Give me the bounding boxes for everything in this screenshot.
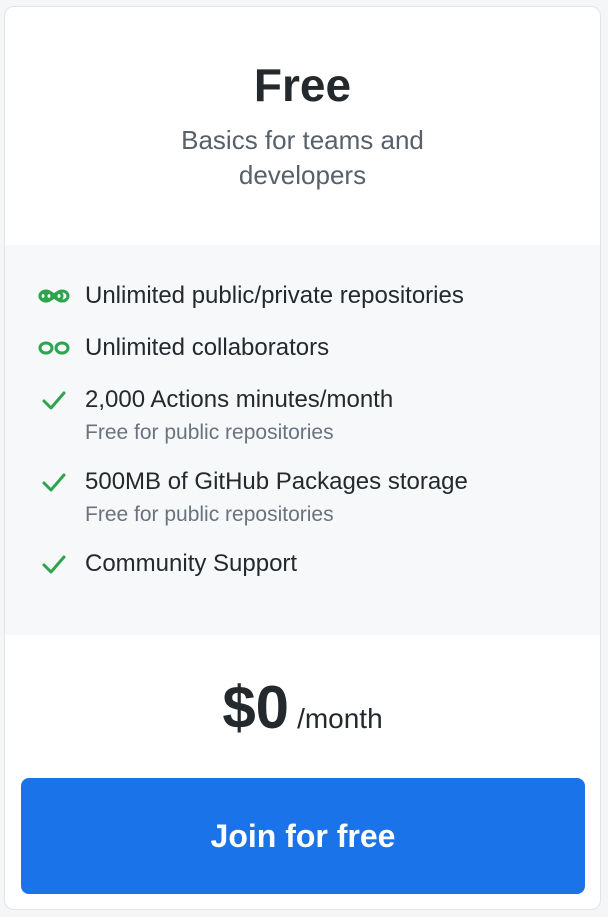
plan-title: Free [253,59,352,111]
check-icon [37,465,71,499]
feature-note: Free for public repositories [85,421,334,444]
check-icon [37,383,71,417]
feature-label: Unlimited public/private repositories [85,282,464,309]
page-background: Free Basics for teams and developers Unl… [0,0,608,917]
feature-label: 500MB of GitHub Packages storage [85,468,468,495]
infinity-icon [37,331,71,365]
card-header: Free Basics for teams and developers [5,7,600,245]
infinity-icon [37,279,71,313]
price-period: /month [297,703,383,734]
feature-item: 2,000 Actions minutes/month Free for pub… [37,383,580,447]
feature-label: Community Support [85,550,298,577]
feature-note: Free for public repositories [85,503,334,526]
feature-list: Unlimited public/private repositories Un… [5,245,600,635]
feature-label: 2,000 Actions minutes/month [85,386,394,413]
feature-item: Unlimited collaborators [37,331,580,365]
price-amount: $0 [222,674,290,741]
join-for-free-button[interactable]: Join for free [21,778,585,894]
feature-item: Community Support [37,547,580,581]
plan-subtitle: Basics for teams and developers [181,125,424,190]
feature-item: Unlimited public/private repositories [37,279,580,313]
check-icon [37,547,71,581]
price-block: $0/month [5,635,600,775]
feature-label: Unlimited collaborators [85,334,330,361]
feature-item: 500MB of GitHub Packages storage Free fo… [37,465,580,529]
pricing-card: Free Basics for teams and developers Unl… [4,6,601,910]
